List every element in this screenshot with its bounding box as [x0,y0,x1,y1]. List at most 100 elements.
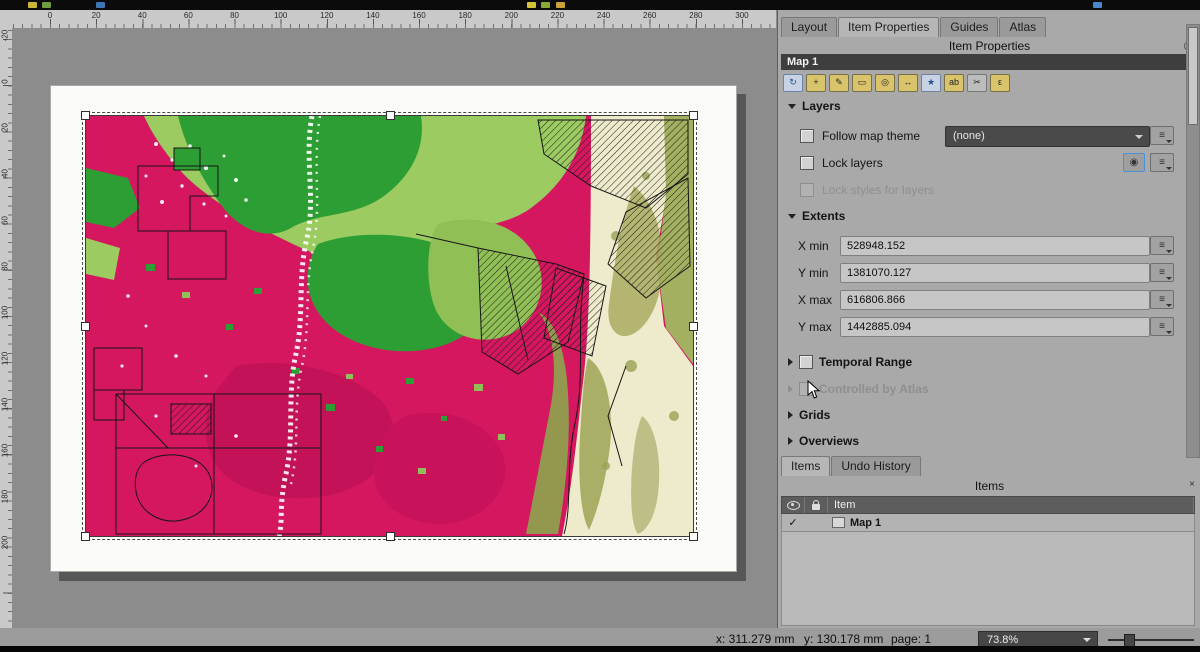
override-icon: ≡ [1159,267,1165,278]
toolbar-icon[interactable] [1093,2,1102,8]
ymax-label: Y max [798,320,832,334]
resize-handle-bottom-middle[interactable] [386,532,395,541]
temporal-range-checkbox[interactable] [799,355,813,369]
set-extent-to-canvas-icon[interactable]: ▭ [852,74,872,92]
grids-label: Grids [799,408,830,422]
lock-styles-label: Lock styles for layers [822,183,934,197]
item-column-header: Item [828,497,1194,513]
lock-layers-style-button[interactable]: ◉ [1123,153,1145,172]
overviews-group-header[interactable]: Overviews [788,434,859,448]
visibility-check-icon[interactable]: ✓ [782,516,804,529]
xmax-input[interactable]: 616806.866 [840,290,1150,310]
extent-ymin-row: Y min 1381070.127 ≡ [798,263,1188,283]
lock-styles-row: Lock styles for layers [800,180,934,199]
follow-map-theme-checkbox[interactable] [800,129,814,143]
layers-group-label: Layers [802,99,841,113]
tab-layout[interactable]: Layout [781,17,837,37]
xmax-value: 616806.866 [847,294,905,306]
resize-handle-top-middle[interactable] [386,111,395,120]
extent-ymax-row: Y max 1442885.094 ≡ [798,317,1188,337]
lock-layers-override-button[interactable]: ≡ [1150,153,1174,172]
tab-items[interactable]: Items [781,456,830,476]
cursor-y-readout: y: 130.178 mm [804,632,883,646]
tab-undo-history[interactable]: Undo History [831,456,920,476]
items-list-background [781,532,1195,626]
visibility-column-icon [787,501,800,510]
zoom-slider-track[interactable] [1108,639,1194,641]
close-icon[interactable]: × [1189,479,1195,490]
map-item[interactable] [85,115,694,537]
resize-handle-top-left[interactable] [81,111,90,120]
bookmarks-icon[interactable]: ★ [921,74,941,92]
temporal-range-label: Temporal Range [819,355,912,369]
resize-handle-bottom-left[interactable] [81,532,90,541]
expand-arrow-icon [788,385,793,393]
toolbar-icon[interactable] [42,2,51,8]
overviews-label: Overviews [799,434,859,448]
ymin-input[interactable]: 1381070.127 [840,263,1150,283]
toolbar-icon[interactable] [96,2,105,8]
layout-canvas[interactable] [12,28,776,628]
items-table-header: Item [781,496,1195,514]
ymax-input[interactable]: 1442885.094 [840,317,1150,337]
clipping-settings-icon[interactable]: ✂ [967,74,987,92]
ymax-override-button[interactable]: ≡ [1150,317,1174,336]
chevron-down-icon [1083,638,1091,642]
horizontal-ruler[interactable]: 0204060801001201401601802002202402602803… [12,10,776,29]
edit-extent-icon[interactable]: ✎ [829,74,849,92]
panel-tab-bar: Layout Item Properties Guides Atlas [781,17,1046,37]
xmax-override-button[interactable]: ≡ [1150,290,1174,309]
xmin-override-button[interactable]: ≡ [1150,236,1174,255]
set-scale-icon[interactable]: ↔ [898,74,918,92]
mouse-cursor [807,380,821,400]
expression-icon[interactable]: ε [990,74,1010,92]
lock-layers-row: Lock layers [800,153,883,172]
override-icon: ≡ [1159,294,1165,305]
lock-layers-label: Lock layers [822,156,883,170]
xmax-label: X max [798,293,832,307]
extents-group-label: Extents [802,209,845,223]
lock-layers-checkbox[interactable] [800,156,814,170]
view-extent-in-canvas-icon[interactable]: ◎ [875,74,895,92]
panel-scrollbar-thumb[interactable] [1188,27,1198,125]
top-toolbar-strip [0,0,1200,10]
items-panel-title: Items [778,479,1200,493]
map-toolbar: ↻ + ✎ ▭ ◎ ↔ ★ ab ✂ ε [783,74,1010,92]
expand-arrow-icon [788,437,793,445]
extents-group-header[interactable]: Extents [788,209,845,223]
extent-xmin-row: X min 528948.152 ≡ [798,236,1188,256]
lock-column-icon [812,504,820,510]
map-theme-dropdown[interactable]: (none) [945,126,1150,147]
refresh-preview-icon[interactable]: ↻ [783,74,803,92]
item-properties-panel: Layout Item Properties Guides Atlas Item… [777,10,1200,628]
resize-handle-middle-right[interactable] [689,322,698,331]
labeling-settings-icon[interactable]: ab [944,74,964,92]
resize-handle-middle-left[interactable] [81,322,90,331]
ymax-value: 1442885.094 [847,321,911,333]
lock-styles-checkbox [800,183,814,197]
move-content-icon[interactable]: + [806,74,826,92]
xmin-value: 528948.152 [847,240,905,252]
resize-handle-top-right[interactable] [689,111,698,120]
override-icon: ≡ [1159,240,1165,251]
layers-group-header[interactable]: Layers [788,99,841,113]
panel-scrollbar[interactable] [1186,24,1200,458]
resize-handle-bottom-right[interactable] [689,532,698,541]
xmin-input[interactable]: 528948.152 [840,236,1150,256]
items-row-map1[interactable]: ✓ Map 1 [781,514,1195,532]
expand-arrow-icon [788,411,793,419]
theme-override-button[interactable]: ≡ [1150,126,1174,145]
ymin-override-button[interactable]: ≡ [1150,263,1174,282]
toolbar-icon[interactable] [556,2,565,8]
toolbar-icon[interactable] [527,2,536,8]
tab-guides[interactable]: Guides [940,17,998,37]
toolbar-icon[interactable] [28,2,37,8]
grids-group-header[interactable]: Grids [788,408,830,422]
map-item-icon [832,517,845,528]
toolbar-icon[interactable] [541,2,550,8]
temporal-range-group-header[interactable]: Temporal Range [788,355,912,369]
tab-item-properties[interactable]: Item Properties [838,17,939,37]
zoom-level-dropdown[interactable]: 73.8% [978,631,1098,647]
tab-atlas[interactable]: Atlas [999,17,1046,37]
override-icon: ≡ [1159,321,1165,332]
